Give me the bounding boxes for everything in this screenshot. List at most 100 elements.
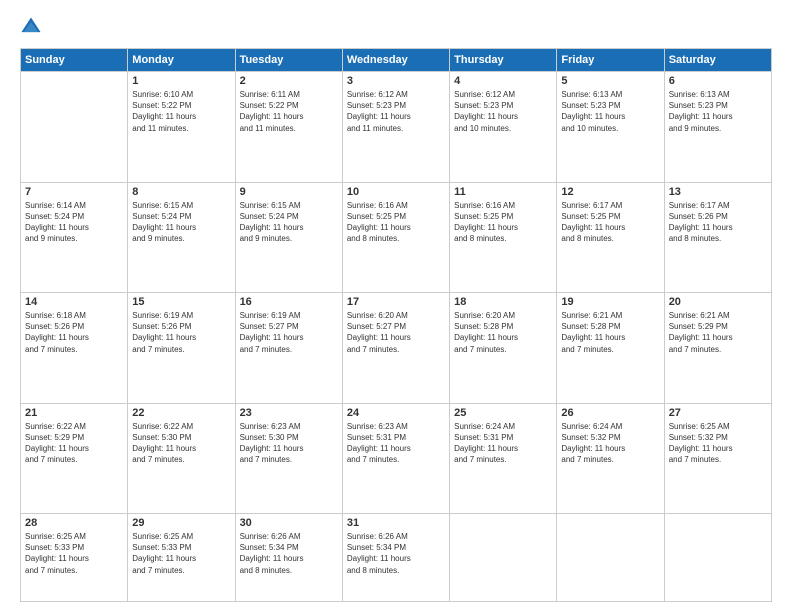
day-number: 20 [669, 296, 767, 308]
day-info: Sunrise: 6:19 AM Sunset: 5:26 PM Dayligh… [132, 310, 230, 355]
calendar-cell: 20Sunrise: 6:21 AM Sunset: 5:29 PM Dayli… [664, 293, 771, 404]
week-row-4: 21 Sunrise: 6:22 AM Sunset: 5:29 PM Dayli… [21, 403, 772, 514]
calendar-cell [21, 72, 128, 183]
day-number: 30 [240, 517, 338, 529]
day-number: 15 [132, 296, 230, 308]
day-number: 3 [347, 75, 445, 87]
day-number: 19 [561, 296, 659, 308]
week-row-1: 1 Sunrise: 6:10 AM Sunset: 5:22 PM Daylig… [21, 72, 772, 183]
calendar-cell: 17 Sunrise: 6:20 AM Sunset: 5:27 PM Dayli… [342, 293, 449, 404]
day-number: 14 [25, 296, 123, 308]
calendar-cell: 12 Sunrise: 6:17 AM Sunset: 5:25 PM Dayli… [557, 182, 664, 293]
day-number: 10 [347, 186, 445, 198]
day-number: 18 [454, 296, 552, 308]
day-number: 7 [25, 186, 123, 198]
calendar-cell: 6 Sunrise: 6:13 AM Sunset: 5:23 PM Daylig… [664, 72, 771, 183]
day-number: 11 [454, 186, 552, 198]
day-info: Sunrise: 6:12 AM Sunset: 5:23 PM Dayligh… [454, 89, 552, 134]
calendar-cell: 25 Sunrise: 6:24 AM Sunset: 5:31 PM Dayli… [450, 403, 557, 514]
day-info: Sunrise: 6:24 AM Sunset: 5:32 PM Dayligh… [561, 421, 659, 466]
day-number: 31 [347, 517, 445, 529]
header-cell-tuesday: Tuesday [235, 49, 342, 72]
calendar-cell: 29 Sunrise: 6:25 AM Sunset: 5:33 PM Dayli… [128, 514, 235, 602]
day-info: Sunrise: 6:12 AM Sunset: 5:23 PM Dayligh… [347, 89, 445, 134]
calendar-cell: 23 Sunrise: 6:23 AM Sunset: 5:30 PM Dayli… [235, 403, 342, 514]
day-info: Sunrise: 6:10 AM Sunset: 5:22 PM Dayligh… [132, 89, 230, 134]
calendar-cell: 15 Sunrise: 6:19 AM Sunset: 5:26 PM Dayli… [128, 293, 235, 404]
calendar-cell: 30Sunrise: 6:26 AM Sunset: 5:34 PM Dayli… [235, 514, 342, 602]
calendar-cell [450, 514, 557, 602]
day-info: Sunrise: 6:23 AM Sunset: 5:30 PM Dayligh… [240, 421, 338, 466]
day-info: Sunrise: 6:25 AM Sunset: 5:32 PM Dayligh… [669, 421, 767, 466]
day-number: 25 [454, 407, 552, 419]
day-number: 8 [132, 186, 230, 198]
header-row: SundayMondayTuesdayWednesdayThursdayFrid… [21, 49, 772, 72]
header-cell-thursday: Thursday [450, 49, 557, 72]
day-info: Sunrise: 6:23 AM Sunset: 5:31 PM Dayligh… [347, 421, 445, 466]
day-number: 12 [561, 186, 659, 198]
page: SundayMondayTuesdayWednesdayThursdayFrid… [0, 0, 792, 612]
calendar-cell: 26 Sunrise: 6:24 AM Sunset: 5:32 PM Dayli… [557, 403, 664, 514]
calendar-cell: 22 Sunrise: 6:22 AM Sunset: 5:30 PM Dayli… [128, 403, 235, 514]
day-info: Sunrise: 6:22 AM Sunset: 5:30 PM Dayligh… [132, 421, 230, 466]
day-info: Sunrise: 6:13 AM Sunset: 5:23 PM Dayligh… [561, 89, 659, 134]
day-info: Sunrise: 6:25 AM Sunset: 5:33 PM Dayligh… [25, 531, 123, 576]
day-info: Sunrise: 6:19 AM Sunset: 5:27 PM Dayligh… [240, 310, 338, 355]
day-number: 17 [347, 296, 445, 308]
calendar-cell: 9Sunrise: 6:15 AM Sunset: 5:24 PM Daylig… [235, 182, 342, 293]
day-number: 23 [240, 407, 338, 419]
calendar-cell: 11 Sunrise: 6:16 AM Sunset: 5:25 PM Dayli… [450, 182, 557, 293]
week-row-5: 28 Sunrise: 6:25 AM Sunset: 5:33 PM Dayli… [21, 514, 772, 602]
calendar-cell: 10Sunrise: 6:16 AM Sunset: 5:25 PM Dayli… [342, 182, 449, 293]
day-number: 26 [561, 407, 659, 419]
day-info: Sunrise: 6:16 AM Sunset: 5:25 PM Dayligh… [454, 200, 552, 245]
calendar-cell [664, 514, 771, 602]
calendar-cell: 27 Sunrise: 6:25 AM Sunset: 5:32 PM Dayli… [664, 403, 771, 514]
day-info: Sunrise: 6:22 AM Sunset: 5:29 PM Dayligh… [25, 421, 123, 466]
calendar-cell: 7 Sunrise: 6:14 AM Sunset: 5:24 PM Daylig… [21, 182, 128, 293]
calendar-cell [557, 514, 664, 602]
day-info: Sunrise: 6:13 AM Sunset: 5:23 PM Dayligh… [669, 89, 767, 134]
calendar-cell: 5 Sunrise: 6:13 AM Sunset: 5:23 PM Daylig… [557, 72, 664, 183]
header-cell-sunday: Sunday [21, 49, 128, 72]
day-info: Sunrise: 6:24 AM Sunset: 5:31 PM Dayligh… [454, 421, 552, 466]
calendar-cell: 24 Sunrise: 6:23 AM Sunset: 5:31 PM Dayli… [342, 403, 449, 514]
calendar-cell: 13Sunrise: 6:17 AM Sunset: 5:26 PM Dayli… [664, 182, 771, 293]
day-number: 21 [25, 407, 123, 419]
header-cell-monday: Monday [128, 49, 235, 72]
day-info: Sunrise: 6:20 AM Sunset: 5:28 PM Dayligh… [454, 310, 552, 355]
calendar-cell: 3 Sunrise: 6:12 AM Sunset: 5:23 PM Daylig… [342, 72, 449, 183]
day-number: 27 [669, 407, 767, 419]
day-info: Sunrise: 6:14 AM Sunset: 5:24 PM Dayligh… [25, 200, 123, 245]
calendar-cell: 18 Sunrise: 6:20 AM Sunset: 5:28 PM Dayli… [450, 293, 557, 404]
day-info: Sunrise: 6:20 AM Sunset: 5:27 PM Dayligh… [347, 310, 445, 355]
day-number: 1 [132, 75, 230, 87]
calendar-cell: 8Sunrise: 6:15 AM Sunset: 5:24 PM Daylig… [128, 182, 235, 293]
calendar-cell: 4 Sunrise: 6:12 AM Sunset: 5:23 PM Daylig… [450, 72, 557, 183]
day-number: 16 [240, 296, 338, 308]
day-number: 6 [669, 75, 767, 87]
calendar-cell: 19 Sunrise: 6:21 AM Sunset: 5:28 PM Dayli… [557, 293, 664, 404]
logo-icon [20, 16, 42, 38]
calendar-cell: 14 Sunrise: 6:18 AM Sunset: 5:26 PM Dayli… [21, 293, 128, 404]
calendar-cell: 28 Sunrise: 6:25 AM Sunset: 5:33 PM Dayli… [21, 514, 128, 602]
day-number: 24 [347, 407, 445, 419]
day-number: 2 [240, 75, 338, 87]
day-number: 4 [454, 75, 552, 87]
day-info: Sunrise: 6:25 AM Sunset: 5:33 PM Dayligh… [132, 531, 230, 576]
day-number: 29 [132, 517, 230, 529]
header-cell-wednesday: Wednesday [342, 49, 449, 72]
day-info: Sunrise: 6:18 AM Sunset: 5:26 PM Dayligh… [25, 310, 123, 355]
day-number: 13 [669, 186, 767, 198]
day-number: 22 [132, 407, 230, 419]
day-info: Sunrise: 6:26 AM Sunset: 5:34 PM Dayligh… [347, 531, 445, 576]
day-number: 28 [25, 517, 123, 529]
day-info: Sunrise: 6:17 AM Sunset: 5:25 PM Dayligh… [561, 200, 659, 245]
day-info: Sunrise: 6:21 AM Sunset: 5:28 PM Dayligh… [561, 310, 659, 355]
calendar-cell: 31 Sunrise: 6:26 AM Sunset: 5:34 PM Dayli… [342, 514, 449, 602]
logo [20, 16, 46, 38]
calendar: SundayMondayTuesdayWednesdayThursdayFrid… [20, 48, 772, 602]
day-info: Sunrise: 6:11 AM Sunset: 5:22 PM Dayligh… [240, 89, 338, 134]
calendar-cell: 2 Sunrise: 6:11 AM Sunset: 5:22 PM Daylig… [235, 72, 342, 183]
day-number: 5 [561, 75, 659, 87]
